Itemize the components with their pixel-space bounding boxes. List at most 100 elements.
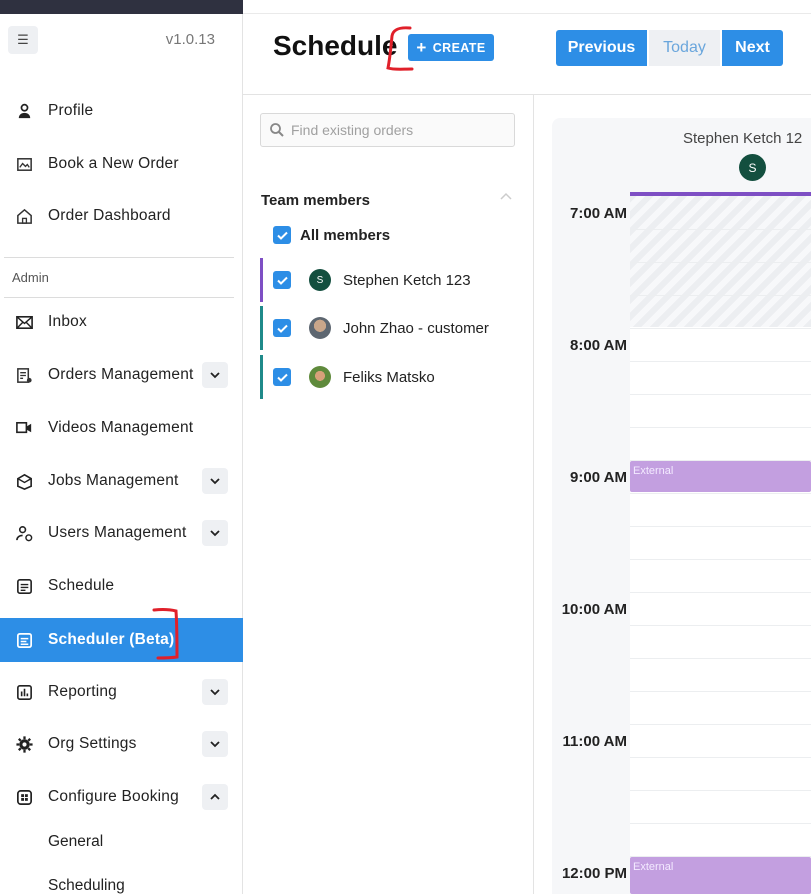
calendar-event[interactable]: External bbox=[630, 857, 811, 894]
time-label: 12:00 PM bbox=[561, 865, 627, 882]
next-button[interactable]: Next bbox=[722, 30, 783, 66]
chevron-down-icon bbox=[210, 741, 220, 748]
collapse-configure-booking-button[interactable] bbox=[202, 784, 228, 810]
gear-icon bbox=[13, 733, 35, 755]
previous-button[interactable]: Previous bbox=[556, 30, 647, 66]
sidebar-item-order-dashboard[interactable]: Order Dashboard bbox=[0, 194, 243, 238]
sidebar-item-label: Orders Management bbox=[48, 366, 194, 383]
expand-org-settings-button[interactable] bbox=[202, 731, 228, 757]
sidebar-item-schedule[interactable]: Schedule bbox=[0, 564, 243, 608]
slot-line bbox=[630, 295, 811, 296]
member-row[interactable]: John Zhao - customer bbox=[260, 306, 530, 350]
avatar bbox=[309, 317, 331, 339]
search-orders-input[interactable] bbox=[291, 122, 501, 138]
sidebar-item-label: Videos Management bbox=[48, 419, 194, 436]
sidebar-item-scheduler-beta[interactable]: Scheduler (Beta) bbox=[0, 618, 243, 662]
time-label: 11:00 AM bbox=[562, 733, 627, 750]
home-icon bbox=[13, 205, 35, 227]
sidebar-item-label: Schedule bbox=[48, 577, 115, 594]
member-checkbox[interactable] bbox=[273, 319, 291, 337]
sidebar-item-book-order[interactable]: Book a New Order bbox=[0, 142, 243, 186]
slot-line bbox=[630, 262, 811, 263]
book-order-icon bbox=[13, 153, 35, 175]
member-checkbox[interactable] bbox=[273, 368, 291, 386]
divider bbox=[4, 257, 234, 258]
avatar bbox=[309, 366, 331, 388]
member-row[interactable]: Feliks Matsko bbox=[260, 355, 530, 399]
schedule-icon bbox=[13, 575, 35, 597]
configure-icon bbox=[13, 786, 35, 808]
slot-line bbox=[630, 592, 811, 593]
all-members-checkbox-row[interactable]: All members bbox=[273, 226, 390, 244]
chevron-down-icon bbox=[210, 689, 220, 696]
create-button[interactable]: + CREATE bbox=[408, 34, 494, 61]
time-label: 7:00 AM bbox=[570, 205, 627, 222]
slot-line bbox=[630, 229, 811, 230]
checkbox-checked[interactable] bbox=[273, 226, 291, 244]
team-members-title: Team members bbox=[261, 192, 370, 209]
sidebar-item-profile[interactable]: Profile bbox=[0, 89, 243, 133]
check-icon bbox=[276, 324, 288, 333]
slot-line bbox=[630, 625, 811, 626]
slot-line bbox=[630, 361, 811, 362]
search-icon bbox=[270, 123, 284, 137]
sidebar-item-label: Org Settings bbox=[48, 735, 137, 752]
divider bbox=[4, 297, 234, 298]
sidebar-item-reporting[interactable]: Reporting bbox=[0, 670, 243, 714]
slot-line bbox=[630, 823, 811, 824]
sidebar-subitem-general[interactable]: General bbox=[48, 833, 103, 851]
sidebar-item-users-management[interactable]: Users Management bbox=[0, 511, 243, 555]
avatar: S bbox=[309, 269, 331, 291]
sidebar-item-label: Users Management bbox=[48, 524, 187, 541]
calendar-event[interactable]: External bbox=[630, 461, 811, 492]
sidebar-item-label: Book a New Order bbox=[48, 155, 179, 172]
slot-line bbox=[630, 757, 811, 758]
sidebar-item-configure-booking[interactable]: Configure Booking bbox=[0, 775, 243, 819]
expand-orders-button[interactable] bbox=[202, 362, 228, 388]
sidebar-subitem-scheduling[interactable]: Scheduling bbox=[48, 877, 125, 894]
sidebar-item-jobs-management[interactable]: Jobs Management bbox=[0, 459, 243, 503]
member-row[interactable]: S Stephen Ketch 123 bbox=[260, 258, 530, 302]
expand-users-button[interactable] bbox=[202, 520, 228, 546]
member-checkbox[interactable] bbox=[273, 271, 291, 289]
header-top-bar bbox=[243, 0, 811, 14]
search-orders-field[interactable] bbox=[260, 113, 515, 147]
slot-line bbox=[630, 559, 811, 560]
sidebar-item-inbox[interactable]: Inbox bbox=[0, 300, 243, 344]
slot-line bbox=[630, 427, 811, 428]
person-icon bbox=[13, 100, 35, 122]
resource-avatar: S bbox=[739, 154, 766, 181]
sidebar-item-label: Inbox bbox=[48, 313, 87, 330]
sidebar-item-orders-management[interactable]: Orders Management bbox=[0, 353, 243, 397]
time-label: 8:00 AM bbox=[570, 337, 627, 354]
chevron-up-icon[interactable] bbox=[499, 190, 513, 204]
collapse-sidebar-button[interactable]: ☰ bbox=[8, 26, 38, 54]
slot-line bbox=[630, 328, 811, 329]
time-label: 9:00 AM bbox=[570, 469, 627, 486]
check-icon bbox=[276, 231, 288, 240]
member-name: John Zhao - customer bbox=[343, 319, 489, 337]
sidebar-item-org-settings[interactable]: Org Settings bbox=[0, 722, 243, 766]
reporting-icon bbox=[13, 681, 35, 703]
member-name: Stephen Ketch 123 bbox=[343, 271, 471, 289]
check-icon bbox=[276, 373, 288, 382]
slot-line bbox=[630, 394, 811, 395]
slot-line bbox=[630, 724, 811, 725]
slot-line bbox=[630, 691, 811, 692]
sidebar: ☰ v1.0.13 Profile Book a New Order Order… bbox=[0, 0, 243, 894]
chevron-down-icon bbox=[210, 372, 220, 379]
expand-jobs-button[interactable] bbox=[202, 468, 228, 494]
scheduler-icon bbox=[13, 629, 35, 651]
sidebar-item-label: Profile bbox=[48, 102, 94, 119]
mail-icon bbox=[13, 311, 35, 333]
slot-line bbox=[630, 658, 811, 659]
expand-reporting-button[interactable] bbox=[202, 679, 228, 705]
member-color-bar bbox=[260, 258, 263, 302]
annotation-bracket bbox=[152, 608, 179, 660]
page-title: Schedule bbox=[273, 30, 398, 61]
slot-line bbox=[630, 493, 811, 494]
member-color-bar bbox=[260, 306, 263, 350]
sidebar-item-videos-management[interactable]: Videos Management bbox=[0, 406, 243, 450]
users-icon bbox=[13, 522, 35, 544]
today-button[interactable]: Today bbox=[649, 30, 720, 66]
